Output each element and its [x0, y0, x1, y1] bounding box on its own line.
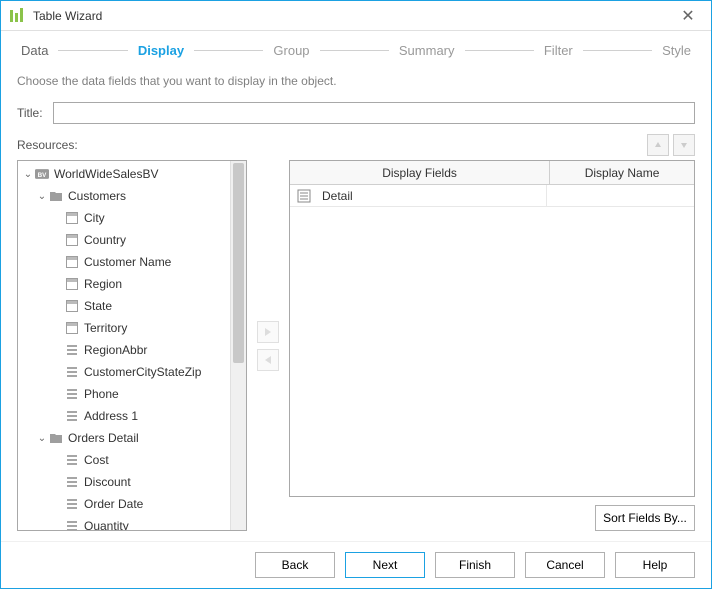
tree-scrollbar[interactable] [230, 161, 246, 530]
next-button[interactable]: Next [345, 552, 425, 578]
column-icon [64, 320, 80, 336]
move-down-button[interactable] [673, 134, 695, 156]
tree-field[interactable]: Region [18, 273, 230, 295]
formula-icon [64, 518, 80, 530]
formula-icon [64, 474, 80, 490]
tree-node-label: Address 1 [84, 409, 138, 423]
tree-group[interactable]: ⌄Customers [18, 185, 230, 207]
step-data[interactable]: Data [17, 43, 52, 58]
wizard-steps: Data Display Group Summary Filter Style [1, 31, 711, 74]
grid-header-fields[interactable]: Display Fields [290, 161, 550, 184]
step-style[interactable]: Style [658, 43, 695, 58]
tree-node-label: City [84, 211, 105, 225]
tree-node-label: WorldWideSalesBV [54, 167, 158, 181]
tree-node-label: Customers [68, 189, 126, 203]
column-icon [64, 298, 80, 314]
grid-row[interactable]: Detail [290, 185, 694, 207]
tree-root[interactable]: ⌄BVWorldWideSalesBV [18, 163, 230, 185]
tree-field[interactable]: Territory [18, 317, 230, 339]
grid-header-name[interactable]: Display Name [550, 161, 694, 184]
tree-node-label: Customer Name [84, 255, 171, 269]
tree-node-label: RegionAbbr [84, 343, 147, 357]
add-field-button[interactable] [257, 321, 279, 343]
bv-icon: BV [34, 166, 50, 182]
column-icon [64, 210, 80, 226]
column-icon [64, 254, 80, 270]
tree-field[interactable]: Cost [18, 449, 230, 471]
move-up-button[interactable] [647, 134, 669, 156]
grid-cell-name[interactable] [547, 185, 694, 206]
tree-field[interactable]: Quantity [18, 515, 230, 530]
title-input[interactable] [53, 102, 695, 124]
titlebar: Table Wizard ✕ [1, 1, 711, 31]
resources-label: Resources: [17, 138, 78, 152]
detail-icon [296, 188, 312, 204]
tree-node-label: Territory [84, 321, 127, 335]
grid-cell-label: Detail [322, 189, 353, 203]
tree-group[interactable]: ⌄Orders Detail [18, 427, 230, 449]
tree-node-label: Phone [84, 387, 119, 401]
back-button[interactable]: Back [255, 552, 335, 578]
formula-icon [64, 452, 80, 468]
formula-icon [64, 364, 80, 380]
tree-field[interactable]: Discount [18, 471, 230, 493]
tree-field[interactable]: Country [18, 229, 230, 251]
footer-buttons: Back Next Finish Cancel Help [1, 541, 711, 588]
step-description: Choose the data fields that you want to … [1, 74, 711, 102]
svg-text:BV: BV [38, 172, 48, 179]
tree-node-label: Region [84, 277, 122, 291]
app-icon [9, 8, 25, 24]
cancel-button[interactable]: Cancel [525, 552, 605, 578]
tree-field[interactable]: RegionAbbr [18, 339, 230, 361]
display-fields-grid: Display Fields Display Name Detail [289, 160, 695, 497]
tree-field[interactable]: Phone [18, 383, 230, 405]
tree-field[interactable]: Customer Name [18, 251, 230, 273]
title-label: Title: [17, 106, 53, 120]
table-wizard-window: Table Wizard ✕ Data Display Group Summar… [0, 0, 712, 589]
formula-icon [64, 342, 80, 358]
window-title: Table Wizard [33, 9, 673, 23]
folder-icon [48, 188, 64, 204]
formula-icon [64, 386, 80, 402]
step-group[interactable]: Group [269, 43, 313, 58]
step-filter[interactable]: Filter [540, 43, 577, 58]
transfer-buttons [255, 160, 281, 531]
tree-node-label: CustomerCityStateZip [84, 365, 201, 379]
tree-node-label: Cost [84, 453, 109, 467]
tree-field[interactable]: Order Date [18, 493, 230, 515]
folder-icon [48, 430, 64, 446]
step-summary[interactable]: Summary [395, 43, 459, 58]
column-icon [64, 232, 80, 248]
tree-field[interactable]: Address 1 [18, 405, 230, 427]
tree-node-label: Discount [84, 475, 131, 489]
column-icon [64, 276, 80, 292]
tree-field[interactable]: City [18, 207, 230, 229]
formula-icon [64, 496, 80, 512]
tree-field[interactable]: CustomerCityStateZip [18, 361, 230, 383]
step-display[interactable]: Display [134, 43, 188, 58]
help-button[interactable]: Help [615, 552, 695, 578]
finish-button[interactable]: Finish [435, 552, 515, 578]
tree-node-label: Country [84, 233, 126, 247]
close-icon[interactable]: ✕ [673, 6, 703, 26]
tree-node-label: Order Date [84, 497, 143, 511]
content-area: Title: Resources: ⌄BVWorldWideSalesBV⌄Cu… [1, 102, 711, 541]
formula-icon [64, 408, 80, 424]
resources-tree: ⌄BVWorldWideSalesBV⌄CustomersCityCountry… [17, 160, 247, 531]
tree-node-label: State [84, 299, 112, 313]
remove-field-button[interactable] [257, 349, 279, 371]
tree-node-label: Quantity [84, 519, 129, 530]
tree-node-label: Orders Detail [68, 431, 139, 445]
tree-field[interactable]: State [18, 295, 230, 317]
sort-fields-button[interactable]: Sort Fields By... [595, 505, 695, 531]
